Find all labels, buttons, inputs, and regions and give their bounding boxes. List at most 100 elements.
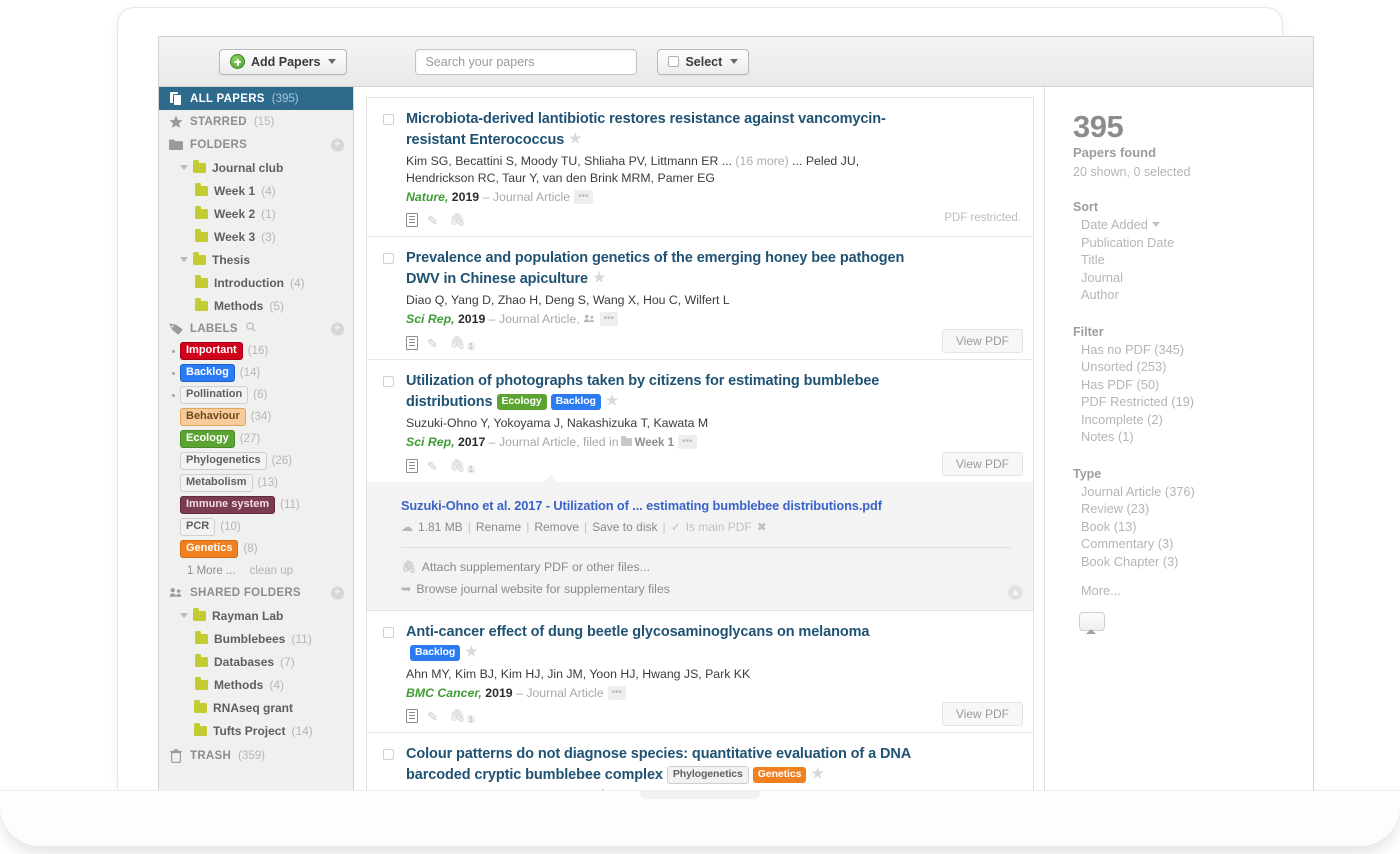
paper-label-chip[interactable]: Backlog <box>410 645 460 661</box>
sort-option-date-added[interactable]: Date Added <box>1073 216 1313 234</box>
sidebar-shared-methods[interactable]: Methods(4) <box>159 673 353 696</box>
note-icon[interactable] <box>406 709 418 723</box>
view-pdf-button[interactable]: View PDF <box>942 702 1023 726</box>
sidebar-label-ecology[interactable]: Ecology(27) <box>159 428 353 450</box>
browse-journal-link[interactable]: ➥Browse journal website for supplementar… <box>401 582 1019 596</box>
view-pdf-button[interactable]: View PDF <box>942 452 1023 476</box>
paper-list-item[interactable]: Utilization of photographs taken by citi… <box>367 360 1033 482</box>
rename-link[interactable]: Rename <box>476 520 521 534</box>
filter-option-notes-1[interactable]: Notes (1) <box>1073 428 1313 446</box>
sidebar-folder-introduction[interactable]: Introduction(4) <box>159 271 353 294</box>
paper-title[interactable]: Anti-cancer effect of dung beetle glycos… <box>406 623 918 663</box>
paper-list-item[interactable]: Microbiota-derived lantibiotic restores … <box>367 98 1033 237</box>
sidebar-shared-rayman-lab[interactable]: Rayman Lab <box>159 604 353 627</box>
filter-option-has-pdf-50[interactable]: Has PDF (50) <box>1073 376 1313 394</box>
sidebar-shared-bumblebees[interactable]: Bumblebees(11) <box>159 627 353 650</box>
sidebar-header-shared-folders[interactable]: SHARED FOLDERS + <box>159 581 353 604</box>
close-icon[interactable]: ✖ <box>757 520 767 534</box>
type-option-journal-article-376[interactable]: Journal Article (376) <box>1073 483 1313 501</box>
label-chip[interactable]: PCR <box>180 518 215 536</box>
star-icon[interactable]: ★ <box>593 268 605 287</box>
label-chip[interactable]: Ecology <box>180 430 235 448</box>
sidebar-folder-thesis[interactable]: Thesis <box>159 248 353 271</box>
paper-checkbox[interactable] <box>383 749 394 760</box>
paper-list-item[interactable]: Anti-cancer effect of dung beetle glycos… <box>367 611 1033 733</box>
label-chip[interactable]: Backlog <box>180 364 235 382</box>
filter-option-incomplete-2[interactable]: Incomplete (2) <box>1073 411 1313 429</box>
sidebar-header-labels[interactable]: LABELS + <box>159 317 353 340</box>
sidebar-shared-databases[interactable]: Databases(7) <box>159 650 353 673</box>
paper-label-chip[interactable]: Genetics <box>753 767 807 783</box>
add-shared-folder-button[interactable]: + <box>331 586 344 599</box>
authors-more-link[interactable]: (16 more) <box>732 154 789 168</box>
filter-option-unsorted-253[interactable]: Unsorted (253) <box>1073 358 1313 376</box>
type-option-book-chapter-3[interactable]: Book Chapter (3) <box>1073 553 1313 571</box>
type-option-review-23[interactable]: Review (23) <box>1073 500 1313 518</box>
save-to-disk-link[interactable]: Save to disk <box>592 520 657 534</box>
paperclip-icon[interactable]: 🖇 <box>449 212 466 228</box>
chevron-down-icon[interactable] <box>180 165 188 170</box>
paper-folder-name[interactable]: Week 1 <box>635 437 674 449</box>
filter-option-pdf-restricted-19[interactable]: PDF Restricted (19) <box>1073 393 1313 411</box>
sort-option-title[interactable]: Title <box>1073 251 1313 269</box>
sidebar-label-genetics[interactable]: Genetics(8) <box>159 538 353 560</box>
add-folder-button[interactable]: + <box>331 138 344 151</box>
pdf-filename-link[interactable]: Suzuki-Ohno et al. 2017 - Utilization of… <box>401 498 1019 513</box>
paper-more-menu[interactable]: ••• <box>600 312 619 326</box>
label-chip[interactable]: Metabolism <box>180 474 253 492</box>
sidebar-label-immune-system[interactable]: Immune system(11) <box>159 494 353 516</box>
label-chip[interactable]: Immune system <box>180 496 275 514</box>
add-label-button[interactable]: + <box>331 322 344 335</box>
sidebar-shared-rnaseq-grant[interactable]: RNAseq grant <box>159 696 353 719</box>
view-pdf-button[interactable]: View PDF <box>942 329 1023 353</box>
paper-more-menu[interactable]: ••• <box>678 435 697 449</box>
collapse-icon[interactable]: ▲ <box>1008 585 1023 600</box>
paperclip-icon[interactable]: 🖇1 <box>449 708 475 724</box>
label-chip[interactable]: Genetics <box>180 540 238 558</box>
paper-checkbox[interactable] <box>383 627 394 638</box>
paper-checkbox[interactable] <box>383 376 394 387</box>
paperclip-icon[interactable]: 🖇1 <box>449 335 475 351</box>
paper-journal[interactable]: Nature, <box>406 190 448 204</box>
star-icon[interactable]: ★ <box>606 391 618 410</box>
label-chip[interactable]: Important <box>180 342 243 360</box>
attach-supplementary-link[interactable]: 🖇Attach supplementary PDF or other files… <box>401 560 1019 575</box>
sidebar-label-important[interactable]: Important(16) <box>159 340 353 362</box>
paper-label-chip[interactable]: Phylogenetics <box>667 766 749 784</box>
sidebar-label-phylogenetics[interactable]: Phylogenetics(26) <box>159 450 353 472</box>
search-icon[interactable] <box>246 322 256 335</box>
sort-option-journal[interactable]: Journal <box>1073 269 1313 287</box>
chevron-down-icon[interactable] <box>180 613 188 618</box>
label-chip[interactable]: Phylogenetics <box>180 452 267 470</box>
sidebar-folder-methods[interactable]: Methods(5) <box>159 294 353 317</box>
sidebar-label-behaviour[interactable]: Behaviour(34) <box>159 406 353 428</box>
pencil-icon[interactable]: ✎ <box>427 710 440 723</box>
paper-more-menu[interactable]: ••• <box>574 190 593 204</box>
paper-list-pane[interactable]: Microbiota-derived lantibiotic restores … <box>354 87 1045 790</box>
sidebar-folder-week-1[interactable]: Week 1(4) <box>159 179 353 202</box>
paper-label-chip[interactable]: Backlog <box>551 394 601 410</box>
paper-checkbox[interactable] <box>383 253 394 264</box>
paper-journal[interactable]: Sci Rep, <box>406 435 455 449</box>
star-icon[interactable]: ★ <box>465 642 477 661</box>
sidebar-item-starred[interactable]: STARRED (15) <box>159 110 353 133</box>
paper-more-menu[interactable]: ••• <box>608 686 627 700</box>
sort-option-publication-date[interactable]: Publication Date <box>1073 234 1313 252</box>
star-icon[interactable]: ★ <box>811 764 823 783</box>
labels-cleanup-link[interactable]: clean up <box>250 565 293 577</box>
paper-label-chip[interactable]: Ecology <box>497 394 547 410</box>
sidebar-folder-journal-club[interactable]: Journal club <box>159 156 353 179</box>
type-option-book-13[interactable]: Book (13) <box>1073 518 1313 536</box>
labels-more-link[interactable]: 1 More ... <box>187 565 236 577</box>
sidebar-folder-week-2[interactable]: Week 2(1) <box>159 202 353 225</box>
more-link[interactable]: More... <box>1073 583 1313 598</box>
paper-list-item[interactable]: Colour patterns do not diagnose species:… <box>367 733 1033 790</box>
star-icon[interactable]: ★ <box>569 129 581 148</box>
paper-title[interactable]: Prevalence and population genetics of th… <box>406 249 918 289</box>
label-chip[interactable]: Pollination <box>180 386 248 404</box>
note-icon[interactable] <box>406 459 418 473</box>
select-button[interactable]: Select <box>657 49 749 75</box>
paper-journal[interactable]: Sci Rep, <box>406 312 455 326</box>
type-option-commentary-3[interactable]: Commentary (3) <box>1073 535 1313 553</box>
sidebar-label-pollination[interactable]: Pollination(6) <box>159 384 353 406</box>
